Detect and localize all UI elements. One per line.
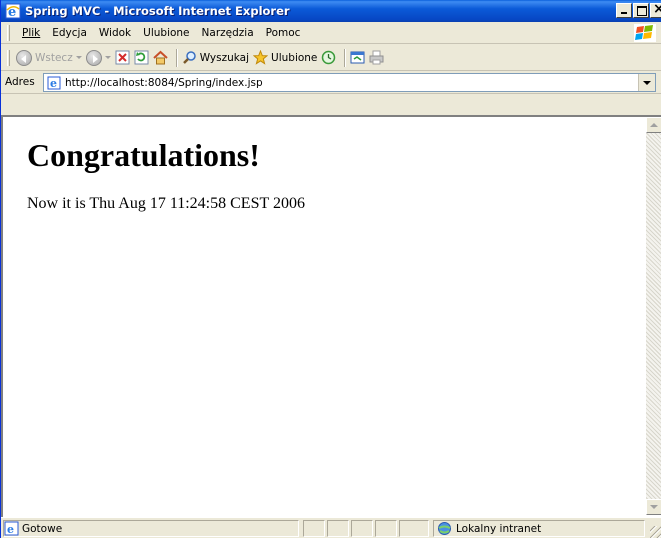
menu-narzedzia[interactable]: Narzędzia bbox=[196, 27, 260, 39]
status-bar: e Gotowe Lokalny intranet bbox=[1, 517, 661, 538]
status-pane-4 bbox=[375, 520, 397, 537]
print-button[interactable] bbox=[369, 50, 384, 65]
history-icon bbox=[321, 50, 336, 65]
mail-icon bbox=[350, 50, 365, 65]
toolbar-grip[interactable] bbox=[7, 49, 10, 66]
back-arrow-icon bbox=[16, 49, 32, 66]
menu-ulubione[interactable]: Ulubione bbox=[137, 27, 195, 39]
search-icon bbox=[182, 50, 197, 65]
menu-grip[interactable] bbox=[7, 24, 10, 41]
web-page: Congratulations! Now it is Thu Aug 17 11… bbox=[3, 117, 644, 515]
intranet-zone-icon bbox=[437, 521, 452, 536]
menu-bar: Plik Edycja Widok Ulubione Narzędzia Pom… bbox=[1, 22, 661, 44]
svg-text:e: e bbox=[7, 523, 14, 536]
mail-button[interactable] bbox=[350, 50, 365, 65]
page-icon: e bbox=[47, 76, 61, 90]
status-text: Gotowe bbox=[22, 522, 63, 535]
menu-widok[interactable]: Widok bbox=[93, 27, 137, 39]
address-label: Adres bbox=[5, 76, 35, 88]
status-pane-3 bbox=[351, 520, 373, 537]
address-input[interactable] bbox=[65, 76, 625, 89]
minimize-button[interactable] bbox=[616, 3, 632, 18]
status-pane-5 bbox=[399, 520, 429, 537]
back-button[interactable]: Wstecz bbox=[16, 49, 82, 66]
browser-window: e Spring MVC - Microsoft Internet Explor… bbox=[0, 0, 661, 538]
stop-icon bbox=[115, 50, 130, 65]
search-label: Wyszukaj bbox=[199, 51, 250, 64]
scroll-up-button[interactable] bbox=[646, 117, 661, 133]
status-main-pane: e Gotowe bbox=[3, 520, 299, 537]
content-frame: Congratulations! Now it is Thu Aug 17 11… bbox=[1, 115, 661, 517]
address-bar: Adres e bbox=[1, 71, 661, 94]
search-button[interactable]: Wyszukaj bbox=[182, 50, 249, 65]
window-controls bbox=[615, 3, 661, 18]
favorites-star-icon bbox=[252, 49, 269, 65]
menu-edycja[interactable]: Edycja bbox=[46, 27, 93, 39]
page-heading: Congratulations! bbox=[27, 137, 260, 173]
print-icon bbox=[369, 50, 384, 65]
forward-arrow-icon bbox=[85, 49, 102, 66]
address-field[interactable]: e bbox=[43, 73, 656, 92]
back-dropdown-icon[interactable] bbox=[75, 56, 82, 59]
maximize-button[interactable] bbox=[633, 3, 649, 18]
page-done-icon: e bbox=[4, 521, 19, 536]
stop-button[interactable] bbox=[115, 50, 130, 65]
svg-text:e: e bbox=[50, 77, 57, 90]
address-dropdown-button[interactable] bbox=[638, 74, 655, 91]
favorites-button[interactable]: Ulubione bbox=[252, 49, 318, 65]
close-button[interactable] bbox=[650, 3, 661, 18]
menu-plik[interactable]: Plik bbox=[16, 27, 46, 39]
security-zone-pane[interactable]: Lokalny intranet bbox=[433, 520, 645, 537]
back-label: Wstecz bbox=[35, 51, 73, 64]
menu-pomoc[interactable]: Pomoc bbox=[260, 27, 307, 39]
forward-dropdown-icon[interactable] bbox=[104, 56, 111, 59]
toolbar-separator bbox=[344, 48, 347, 67]
refresh-button[interactable] bbox=[134, 50, 149, 65]
refresh-icon bbox=[134, 50, 149, 65]
favorites-label: Ulubione bbox=[271, 51, 318, 64]
home-icon bbox=[153, 50, 168, 65]
status-pane-progress bbox=[303, 520, 325, 537]
window-title: Spring MVC - Microsoft Internet Explorer bbox=[25, 4, 290, 18]
windows-logo-icon bbox=[634, 24, 656, 42]
toolbar-separator bbox=[175, 48, 178, 67]
status-pane-2 bbox=[327, 520, 349, 537]
internet-explorer-icon: e bbox=[5, 3, 21, 20]
home-button[interactable] bbox=[153, 50, 168, 65]
standard-toolbar: Wstecz Wyszukaj Ulubione bbox=[1, 45, 661, 71]
page-body-text: Now it is Thu Aug 17 11:24:58 CEST 2006 bbox=[27, 195, 305, 213]
title-bar[interactable]: e Spring MVC - Microsoft Internet Explor… bbox=[1, 0, 661, 22]
resize-grip[interactable] bbox=[650, 526, 661, 538]
vertical-scrollbar[interactable] bbox=[646, 117, 661, 515]
zone-label: Lokalny intranet bbox=[456, 522, 542, 535]
scroll-down-button[interactable] bbox=[646, 499, 661, 515]
history-button[interactable] bbox=[321, 50, 336, 65]
forward-button[interactable] bbox=[85, 49, 111, 66]
